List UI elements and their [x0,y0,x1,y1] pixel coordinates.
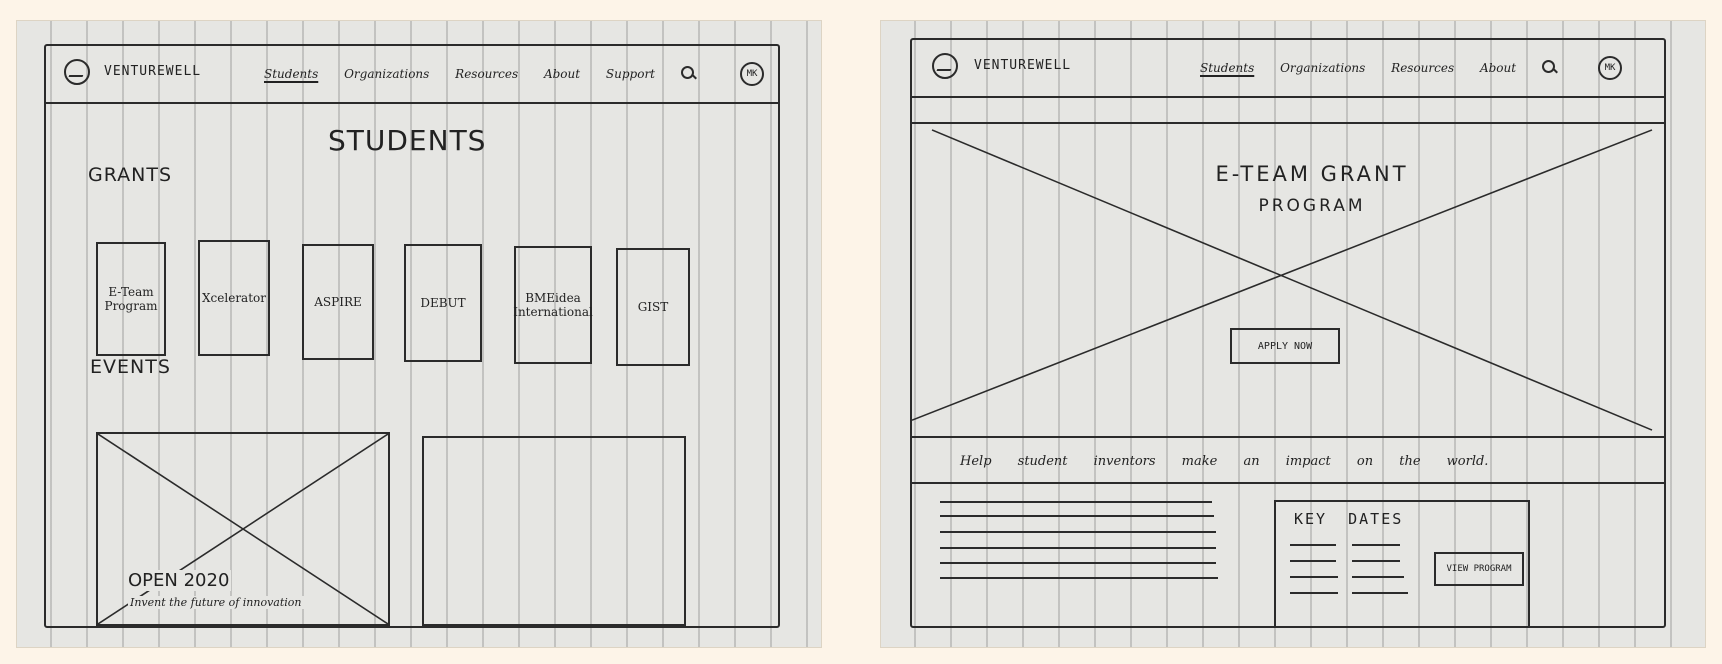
date-line [1352,592,1408,594]
date-line [1352,560,1400,562]
venturewell-logo-icon[interactable] [64,59,90,85]
text-placeholder-line [940,577,1218,579]
grants-heading: GRANTS [88,164,173,186]
text-placeholder-line [940,531,1216,533]
view-program-button[interactable]: VIEW PROGRAM [1434,552,1524,586]
date-line [1352,544,1400,546]
avatar[interactable]: MK [740,62,764,86]
nav-students[interactable]: Students [1200,61,1254,75]
hero-title-line1: E-TEAM GRANT [1215,162,1409,186]
nav-about[interactable]: About [544,67,580,81]
tagline-divider [912,482,1664,484]
avatar[interactable]: MK [1598,56,1622,80]
tagline: Help student inventors make an impact on… [960,454,1489,469]
grant-card-debut[interactable]: DEBUT [404,244,482,362]
left-sketch-sheet: VENTUREWELL Students Organizations Resou… [16,20,822,648]
event-subtitle: Invent the future of innovation [128,596,304,609]
nav-organizations[interactable]: Organizations [344,67,429,81]
grant-card-eteam[interactable]: E-Team Program [96,242,166,356]
right-nav-menu: Students Organizations Resources About [1200,59,1555,75]
grant-card-bmeidea[interactable]: BMEidea International [513,246,593,364]
nav-resources[interactable]: Resources [455,67,518,81]
text-placeholder-line [940,501,1212,503]
text-placeholder-line [940,562,1216,564]
nav-support[interactable]: Support [606,67,655,81]
key-dates-heading: KEY DATES [1294,510,1404,528]
date-line [1352,576,1404,578]
right-navbar: VENTUREWELL Students Organizations Resou… [912,40,1664,98]
brand-name: VENTUREWELL [974,58,1072,73]
hero-banner: E-TEAM GRANT PROGRAM APPLY NOW [912,122,1664,438]
grant-card-xcelerator[interactable]: Xcelerator [198,240,270,356]
hero-title-line2: PROGRAM [1258,196,1366,216]
nav-organizations[interactable]: Organizations [1280,61,1365,75]
left-navbar: VENTUREWELL Students Organizations Resou… [46,46,778,104]
date-line [1290,592,1338,594]
left-nav-menu: Students Organizations Resources About S… [264,65,694,81]
event-card-open-2020[interactable]: OPEN 2020 Invent the future of innovatio… [96,432,390,626]
date-line [1290,560,1336,562]
search-icon[interactable] [1541,60,1555,73]
page-title: STUDENTS [328,124,487,157]
key-dates-panel: KEY DATES VIEW PROGRAM [1274,500,1530,628]
event-title: OPEN 2020 [126,570,232,591]
grant-card-aspire[interactable]: ASPIRE [302,244,374,360]
nav-students[interactable]: Students [264,67,318,81]
date-line [1290,544,1336,546]
search-icon[interactable] [680,66,694,79]
right-sketch-sheet: VENTUREWELL Students Organizations Resou… [880,20,1706,648]
text-placeholder-line [940,515,1214,517]
apply-now-button[interactable]: APPLY NOW [1230,328,1340,364]
events-heading: EVENTS [90,356,171,378]
nav-resources[interactable]: Resources [1391,61,1454,75]
hero-title: E-TEAM GRANT PROGRAM [912,162,1664,216]
left-wireframe: VENTUREWELL Students Organizations Resou… [44,44,780,628]
right-wireframe: VENTUREWELL Students Organizations Resou… [910,38,1666,628]
date-line [1290,576,1338,578]
event-card-empty[interactable] [422,436,686,626]
brand-name: VENTUREWELL [104,64,202,79]
text-placeholder-line [940,547,1216,549]
grant-card-gist[interactable]: GIST [616,248,690,366]
nav-about[interactable]: About [1480,61,1516,75]
venturewell-logo-icon[interactable] [932,53,958,79]
